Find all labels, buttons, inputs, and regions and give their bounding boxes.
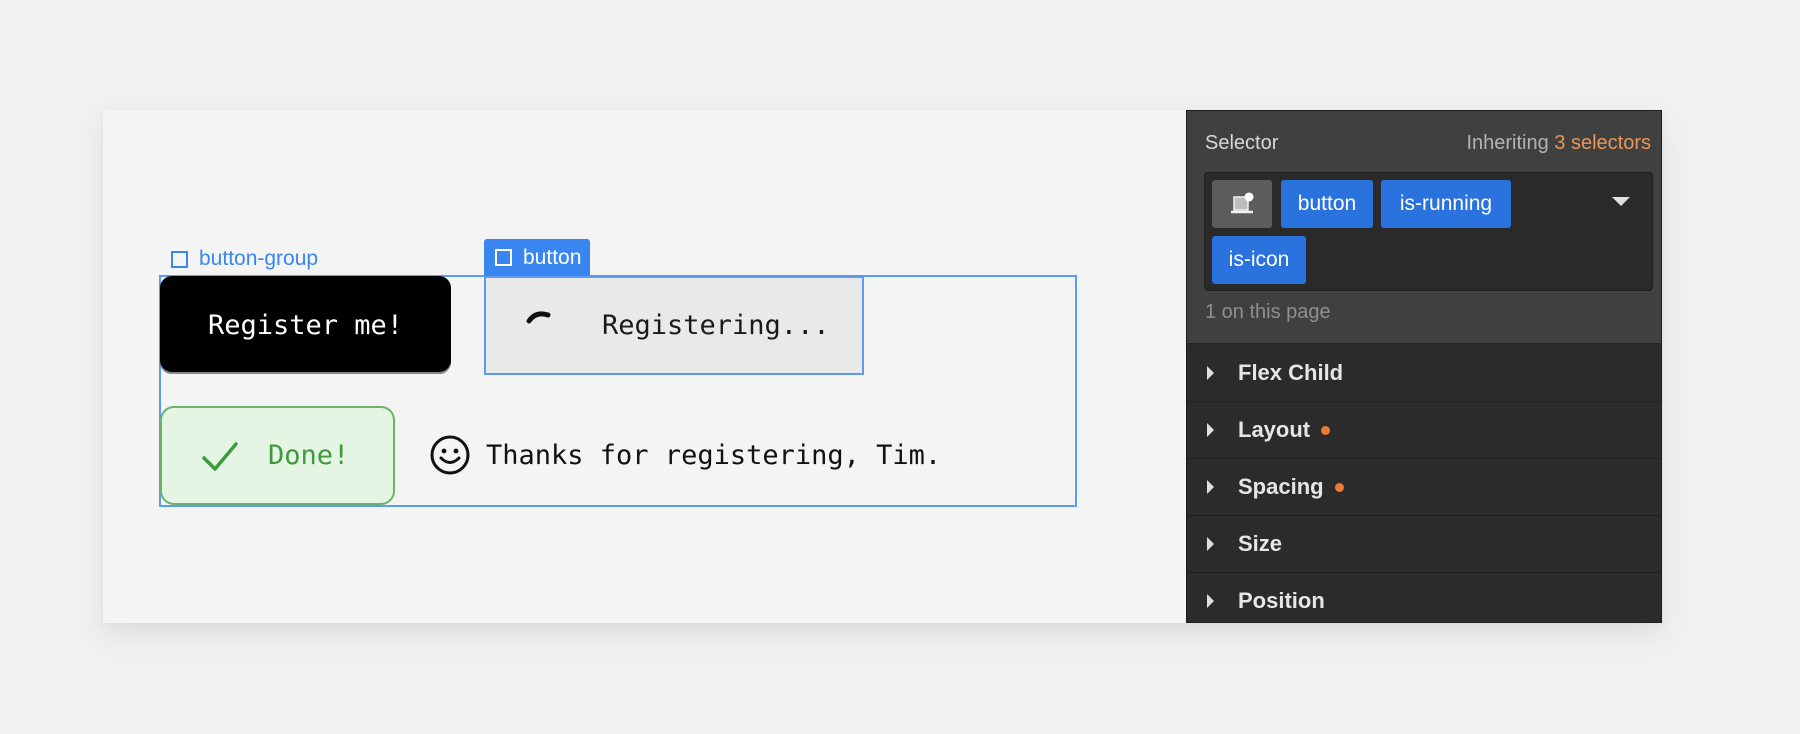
check-icon xyxy=(202,441,238,471)
selected-button-label-text: button xyxy=(523,245,582,269)
section-label: Spacing xyxy=(1238,474,1324,499)
section-label: Position xyxy=(1238,588,1325,613)
selector-chip-label: is-icon xyxy=(1228,248,1290,271)
caret-right-icon xyxy=(1207,537,1214,551)
selected-button-label[interactable]: button xyxy=(484,239,591,276)
register-button[interactable]: Register me! xyxy=(160,276,451,374)
section-label: Flex Child xyxy=(1238,360,1344,385)
chevron-down-icon[interactable] xyxy=(1612,197,1630,206)
done-button-label: Done! xyxy=(268,440,350,471)
designer-card: button-group Register me! button Registe… xyxy=(103,110,1662,623)
selector-title: Selector xyxy=(1205,132,1279,154)
selector-chip-label: is-running xyxy=(1399,192,1493,215)
selector-chip-is-running[interactable]: is-running xyxy=(1381,180,1511,228)
design-canvas[interactable]: button-group Register me! button Registe… xyxy=(103,110,1186,623)
caret-right-icon xyxy=(1207,366,1214,380)
caret-right-icon xyxy=(1207,423,1214,437)
section-position[interactable]: Position xyxy=(1187,573,1661,629)
square-element-icon xyxy=(171,250,188,268)
button-group-label[interactable]: button-group xyxy=(169,242,318,276)
thanks-message-text: Thanks for registering, Tim. xyxy=(486,439,942,471)
section-spacing[interactable]: Spacing xyxy=(1187,459,1661,516)
section-label: Layout xyxy=(1238,417,1311,442)
section-size[interactable]: Size xyxy=(1187,516,1661,573)
element-state-button[interactable] xyxy=(1212,180,1272,228)
modified-indicator xyxy=(1321,426,1331,435)
registering-button[interactable]: Registering... xyxy=(484,276,864,375)
register-button-label: Register me! xyxy=(207,309,404,341)
inheriting-prefix: Inheriting xyxy=(1466,132,1549,154)
registering-button-label: Registering... xyxy=(602,310,830,341)
on-page-count: 1 on this page xyxy=(1205,301,1331,323)
caret-right-icon xyxy=(1207,594,1214,608)
inheriting-info[interactable]: Inheriting 3 selectors xyxy=(1466,132,1651,155)
element-state-icon xyxy=(1231,192,1254,214)
modified-indicator xyxy=(1334,483,1344,492)
thanks-message: Thanks for registering, Tim. xyxy=(428,432,941,478)
done-button[interactable]: Done! xyxy=(160,406,395,505)
selector-chip-is-icon[interactable]: is-icon xyxy=(1212,236,1306,284)
style-panel: Selector Inheriting 3 selectors button i… xyxy=(1186,110,1662,623)
section-flex-child[interactable]: Flex Child xyxy=(1187,345,1661,402)
selector-chip-label: button xyxy=(1297,192,1357,215)
button-group-label-text: button-group xyxy=(199,247,319,270)
selector-field[interactable]: button is-running is-icon xyxy=(1204,172,1653,291)
section-layout[interactable]: Layout xyxy=(1187,402,1661,459)
selector-chip-button[interactable]: button xyxy=(1281,180,1373,228)
inheriting-count[interactable]: 3 selectors xyxy=(1554,132,1651,154)
caret-right-icon xyxy=(1207,480,1214,494)
selector-section: Selector Inheriting 3 selectors button i… xyxy=(1187,111,1661,345)
square-element-icon xyxy=(495,249,512,266)
smile-icon xyxy=(430,435,470,475)
selector-header: Selector Inheriting 3 selectors xyxy=(1205,132,1651,155)
spinner-icon xyxy=(526,310,551,323)
section-label: Size xyxy=(1238,531,1283,556)
